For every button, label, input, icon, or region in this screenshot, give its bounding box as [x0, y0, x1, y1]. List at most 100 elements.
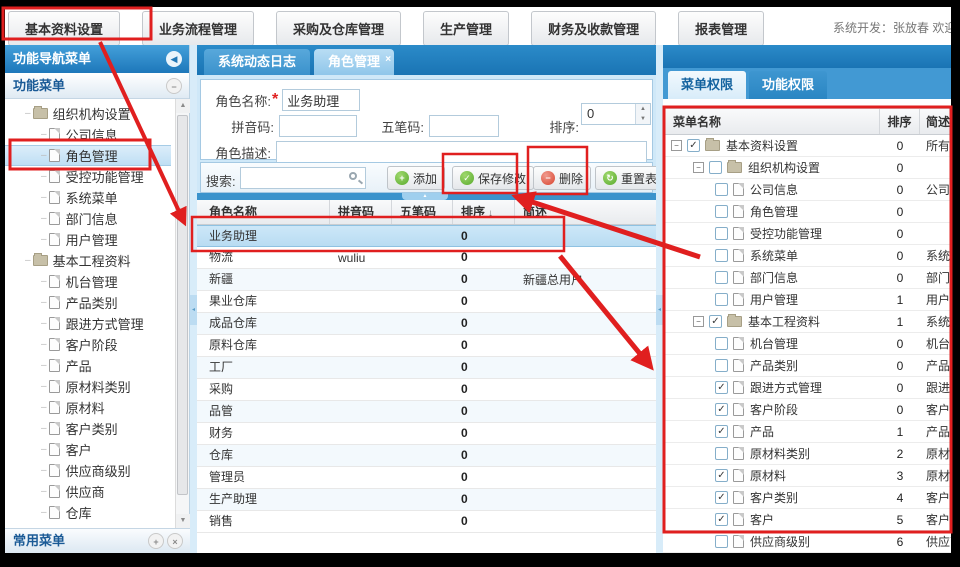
sidebar-tree-item[interactable]: – 角色管理	[5, 145, 171, 166]
add-favorite-icon[interactable]: +	[148, 533, 164, 549]
delete-button[interactable]: − 删除	[533, 166, 591, 190]
scrollbar-thumb[interactable]	[177, 115, 188, 495]
checkbox[interactable]	[715, 271, 728, 284]
tab-system-log[interactable]: 系统动态日志	[204, 49, 310, 75]
sidebar-bottom-bar[interactable]: 常用菜单 + ×	[5, 528, 190, 553]
top-menu-button[interactable]: 业务流程管理	[142, 11, 254, 46]
permission-tree-row[interactable]: 部门信息 0 部门信	[663, 267, 951, 289]
sidebar-tree-item[interactable]: – 受控功能管理	[5, 166, 171, 187]
permission-tree-row[interactable]: 原材料类别 2 原材料	[663, 443, 951, 465]
permission-tree-row[interactable]: 产品类别 0 产品类	[663, 355, 951, 377]
remove-favorite-icon[interactable]: ×	[167, 533, 183, 549]
splitter-collapse-icon[interactable]: ◂	[656, 295, 663, 325]
checkbox[interactable]: ✓	[715, 469, 728, 482]
permission-tree-row[interactable]: − ✓ 基本工程资料 1 系统用	[663, 311, 951, 333]
table-row[interactable]: 业务助理 0	[197, 225, 656, 247]
col-menu-name[interactable]: 菜单名称	[663, 109, 880, 134]
sidebar-tree-item[interactable]: – 供应商	[5, 481, 171, 502]
collapse-section-icon[interactable]: −	[166, 78, 182, 94]
sidebar-tree-item[interactable]: – 系统菜单	[5, 187, 171, 208]
col-pinyin[interactable]: 拼音码	[330, 200, 392, 224]
sidebar-tree-item[interactable]: – 客户	[5, 439, 171, 460]
expand-toggle-icon[interactable]: −	[671, 140, 682, 151]
table-row[interactable]: 果业仓库 0	[197, 291, 656, 313]
checkbox[interactable]	[715, 337, 728, 350]
permission-tree-row[interactable]: 用户管理 1 用户及	[663, 289, 951, 311]
collapse-sidebar-icon[interactable]: ◀	[166, 51, 182, 67]
checkbox[interactable]	[715, 359, 728, 372]
role-desc-input[interactable]	[276, 141, 647, 163]
role-name-input[interactable]	[282, 89, 360, 111]
sidebar-tree-item[interactable]: – 原材料类别	[5, 376, 171, 397]
checkbox[interactable]	[715, 535, 728, 548]
table-row[interactable]: 仓库 0	[197, 445, 656, 467]
table-row[interactable]: 生产助理 0	[197, 489, 656, 511]
expand-toggle-icon[interactable]: −	[693, 316, 704, 327]
permission-tree-row[interactable]: 供应商级别 6 供应商	[663, 531, 951, 553]
splitter-handle-icon[interactable]: ▲	[402, 193, 448, 200]
permission-tree-row[interactable]: 公司信息 0 公司信	[663, 179, 951, 201]
save-changes-button[interactable]: ✓ 保存修改	[452, 166, 534, 190]
permission-tree-row[interactable]: 机台管理 0 机台管	[663, 333, 951, 355]
tab-function-permissions[interactable]: 功能权限	[749, 71, 827, 99]
table-row[interactable]: 物流 wuliu 0	[197, 247, 656, 269]
checkbox[interactable]	[715, 227, 728, 240]
table-row[interactable]: 工厂 0	[197, 357, 656, 379]
permission-tree-row[interactable]: 系统菜单 0 系统菜	[663, 245, 951, 267]
sidebar-tree-item[interactable]: – 部门信息	[5, 208, 171, 229]
permission-tree-row[interactable]: 角色管理 0	[663, 201, 951, 223]
table-row[interactable]: 品管 0	[197, 401, 656, 423]
spin-down-icon[interactable]: ▼	[636, 114, 650, 124]
checkbox[interactable]: ✓	[715, 513, 728, 526]
table-row[interactable]: 财务 0	[197, 423, 656, 445]
add-button[interactable]: + 添加	[387, 166, 445, 190]
top-menu-button[interactable]: 报表管理	[678, 11, 764, 46]
tab-role-management[interactable]: 角色管理 ×	[314, 49, 394, 75]
top-menu-button[interactable]: 基本资料设置	[8, 11, 120, 46]
sidebar-section-header[interactable]: 功能菜单 −	[5, 73, 189, 99]
checkbox[interactable]: ✓	[709, 315, 722, 328]
checkbox[interactable]: ✓	[715, 491, 728, 504]
col-role-name[interactable]: 角色名称	[197, 200, 330, 224]
sidebar-tree-item[interactable]: – 组织机构设置	[5, 103, 171, 124]
permission-tree-row[interactable]: − ✓ 基本资料设置 0 所有基	[663, 135, 951, 157]
checkbox[interactable]: ✓	[715, 381, 728, 394]
permission-tree-row[interactable]: 受控功能管理 0	[663, 223, 951, 245]
sidebar-tree-item[interactable]: – 原材料	[5, 397, 171, 418]
table-row[interactable]: 采购 0	[197, 379, 656, 401]
expand-toggle-icon[interactable]: −	[693, 162, 704, 173]
sidebar-tree-item[interactable]: – 跟进方式管理	[5, 313, 171, 334]
permission-tree-row[interactable]: ✓ 跟进方式管理 0 跟进方	[663, 377, 951, 399]
col-desc[interactable]: 简述	[920, 109, 951, 134]
tab-menu-permissions[interactable]: 菜单权限	[668, 71, 746, 99]
checkbox[interactable]	[715, 205, 728, 218]
sidebar-tree-item[interactable]: – 客户阶段	[5, 334, 171, 355]
sidebar-tree-item[interactable]: – 公司信息	[5, 124, 171, 145]
permission-tree-row[interactable]: ✓ 客户 5 客户管	[663, 509, 951, 531]
checkbox[interactable]	[715, 447, 728, 460]
table-row[interactable]: 原料仓库 0	[197, 335, 656, 357]
col-wubi[interactable]: 五笔码	[392, 200, 453, 224]
checkbox[interactable]: ✓	[687, 139, 700, 152]
top-menu-button[interactable]: 生产管理	[423, 11, 509, 46]
sidebar-tree-item[interactable]: – 产品	[5, 355, 171, 376]
table-row[interactable]: 管理员 0	[197, 467, 656, 489]
checkbox[interactable]	[709, 161, 722, 174]
permission-tree-row[interactable]: ✓ 客户阶段 0 客户阶	[663, 399, 951, 421]
scroll-down-icon[interactable]: ▼	[176, 514, 190, 528]
col-desc[interactable]: 简述	[515, 200, 656, 224]
top-menu-button[interactable]: 财务及收款管理	[531, 11, 656, 46]
pinyin-input[interactable]	[279, 115, 357, 137]
sidebar-tree-item[interactable]: – 用户管理	[5, 229, 171, 250]
wubi-input[interactable]	[429, 115, 499, 137]
search-input[interactable]	[240, 167, 366, 189]
permission-tree-row[interactable]: ✓ 原材料 3 原材料	[663, 465, 951, 487]
checkbox[interactable]: ✓	[715, 403, 728, 416]
sidebar-scrollbar[interactable]: ▲ ▼	[175, 99, 189, 528]
sort-spinner[interactable]: 0 ▲ ▼	[581, 103, 651, 125]
checkbox[interactable]	[715, 183, 728, 196]
permission-tree-row[interactable]: ✓ 产品 1 产品管	[663, 421, 951, 443]
panel-splitter[interactable]: ◂	[656, 45, 663, 553]
splitter-collapse-icon[interactable]: ◂	[190, 295, 197, 325]
close-tab-icon[interactable]: ×	[385, 47, 391, 73]
